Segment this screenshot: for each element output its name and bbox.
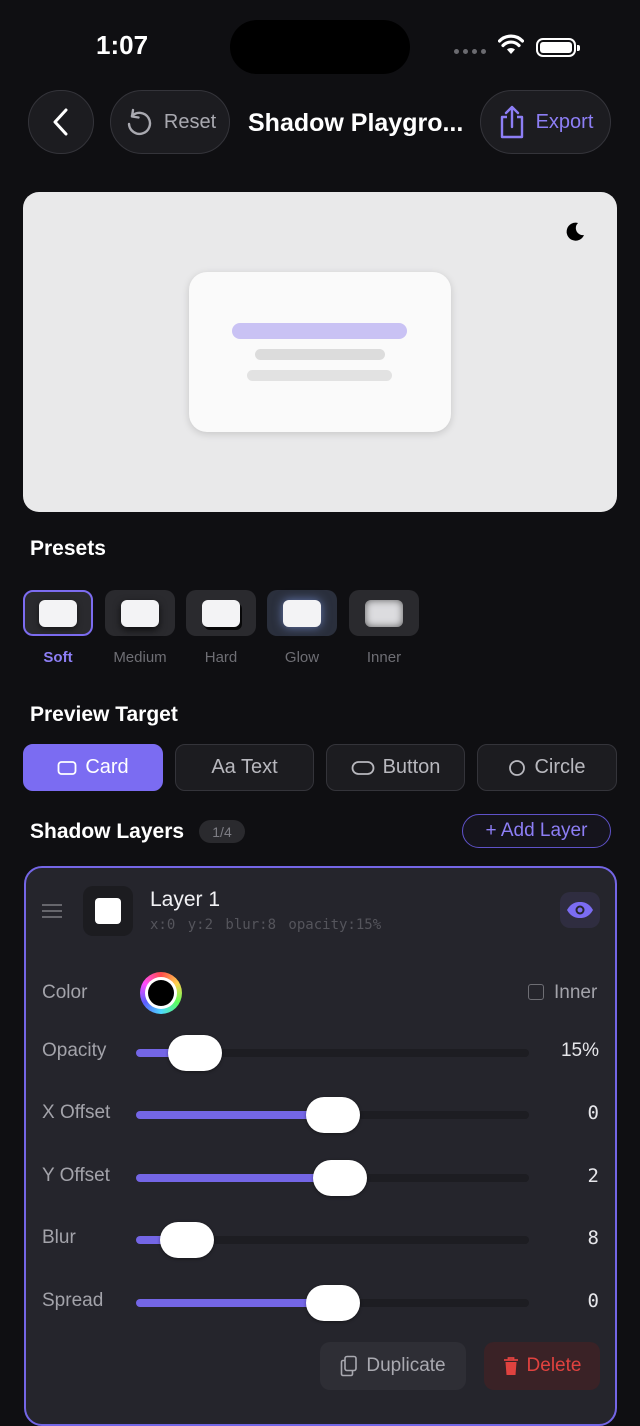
slider-fill [136, 1111, 333, 1119]
back-button[interactable] [28, 90, 94, 154]
target-text-label: Aa Text [211, 756, 278, 778]
layer-count-badge: 1/4 [199, 820, 245, 843]
eye-icon [567, 902, 593, 918]
slider-fill [136, 1299, 333, 1307]
reset-icon [127, 108, 151, 136]
delete-label: Delete [526, 1355, 582, 1376]
presets-heading: Presets [30, 537, 106, 560]
slider-track[interactable] [136, 1160, 529, 1196]
card-line-placeholder [247, 370, 392, 381]
preview-card [189, 272, 451, 432]
target-card-label: Card [85, 756, 129, 778]
preset-soft[interactable] [23, 590, 93, 636]
duplicate-button[interactable]: Duplicate [320, 1342, 466, 1390]
preset-hard[interactable] [186, 590, 256, 636]
preset-medium[interactable] [105, 590, 175, 636]
slider-label: Blur [42, 1227, 76, 1248]
target-button-label: Button [382, 756, 441, 778]
slider-value: 15% [560, 1040, 599, 1061]
preset-label: Inner [366, 649, 402, 666]
slider-label: Opacity [42, 1040, 107, 1061]
copy-icon [341, 1355, 358, 1377]
drag-handle-icon[interactable] [42, 904, 62, 918]
target-circle-label: Circle [534, 756, 586, 778]
reset-button-label: Reset [163, 110, 217, 133]
color-picker[interactable] [140, 972, 182, 1014]
export-button[interactable]: Export [480, 90, 611, 154]
layer-name: Layer 1 [150, 888, 221, 911]
slider-track[interactable] [136, 1097, 529, 1133]
page-title: Shadow Playgro... [248, 109, 464, 137]
slider-fill [136, 1174, 341, 1182]
slider-label: Y Offset [42, 1165, 110, 1186]
layer-thumbnail [83, 886, 133, 936]
preset-hard-swatch [202, 599, 240, 627]
target-circle-button[interactable]: Circle [477, 744, 617, 791]
card-title-placeholder [232, 323, 407, 339]
slider-track[interactable] [136, 1035, 529, 1071]
preset-glow[interactable] [267, 590, 337, 636]
preset-label: Glow [284, 649, 320, 666]
layer-panel: Layer 1 x:0 y:2 blur:8 opacity:15% Color… [24, 866, 617, 1426]
add-layer-button[interactable]: + Add Layer [462, 814, 611, 848]
duplicate-label: Duplicate [366, 1355, 446, 1376]
moon-icon[interactable] [563, 220, 587, 244]
slider-thumb[interactable] [167, 1035, 222, 1071]
slider-value: 0 [587, 1290, 599, 1312]
circle-icon [509, 759, 526, 776]
slider-value: 2 [587, 1165, 599, 1187]
preset-inner[interactable] [349, 590, 419, 636]
shadow-layers-heading: Shadow Layers [30, 820, 185, 843]
chevron-left-icon [53, 108, 68, 136]
slider-track[interactable] [136, 1222, 529, 1258]
card-line-placeholder [255, 349, 385, 360]
preset-label: Medium [113, 649, 167, 666]
color-swatch [148, 980, 174, 1006]
slider-track[interactable] [136, 1285, 529, 1321]
inner-label: Inner [554, 982, 598, 1003]
card-icon [57, 760, 77, 775]
slider-value: 8 [587, 1227, 599, 1249]
target-button-button[interactable]: Button [326, 744, 465, 791]
target-card-button[interactable]: Card [23, 744, 163, 791]
preset-glow-swatch [283, 599, 321, 627]
visibility-toggle[interactable] [560, 892, 600, 928]
slider-thumb[interactable] [305, 1285, 360, 1321]
wifi-icon [498, 34, 524, 54]
reset-button[interactable]: Reset [110, 90, 230, 154]
preset-inner-swatch [365, 599, 403, 627]
trash-icon [503, 1357, 518, 1375]
cellular-signal-icon [454, 49, 486, 54]
preview-target-heading: Preview Target [30, 703, 178, 726]
status-time: 1:07 [96, 30, 149, 60]
slider-label: X Offset [42, 1102, 111, 1123]
inner-checkbox[interactable] [528, 984, 544, 1000]
share-icon [500, 105, 523, 139]
preset-medium-swatch [121, 599, 159, 627]
battery-icon [536, 38, 580, 57]
color-label: Color [42, 982, 88, 1003]
slider-thumb[interactable] [160, 1222, 215, 1258]
preset-label: Hard [204, 649, 238, 666]
slider-value: 0 [587, 1102, 599, 1124]
export-button-label: Export [535, 110, 594, 133]
slider-label: Spread [42, 1290, 104, 1311]
layer-summary: x:0 y:2 blur:8 opacity:15% [150, 917, 382, 933]
capsule-icon [351, 760, 374, 775]
delete-button[interactable]: Delete [484, 1342, 600, 1390]
dynamic-island [230, 20, 410, 74]
slider-thumb[interactable] [305, 1097, 360, 1133]
target-text-button[interactable]: Aa Text [175, 744, 314, 791]
slider-thumb[interactable] [313, 1160, 368, 1196]
preset-soft-swatch [39, 599, 77, 627]
preview-canvas [23, 192, 617, 512]
preset-label: Soft [43, 649, 73, 666]
